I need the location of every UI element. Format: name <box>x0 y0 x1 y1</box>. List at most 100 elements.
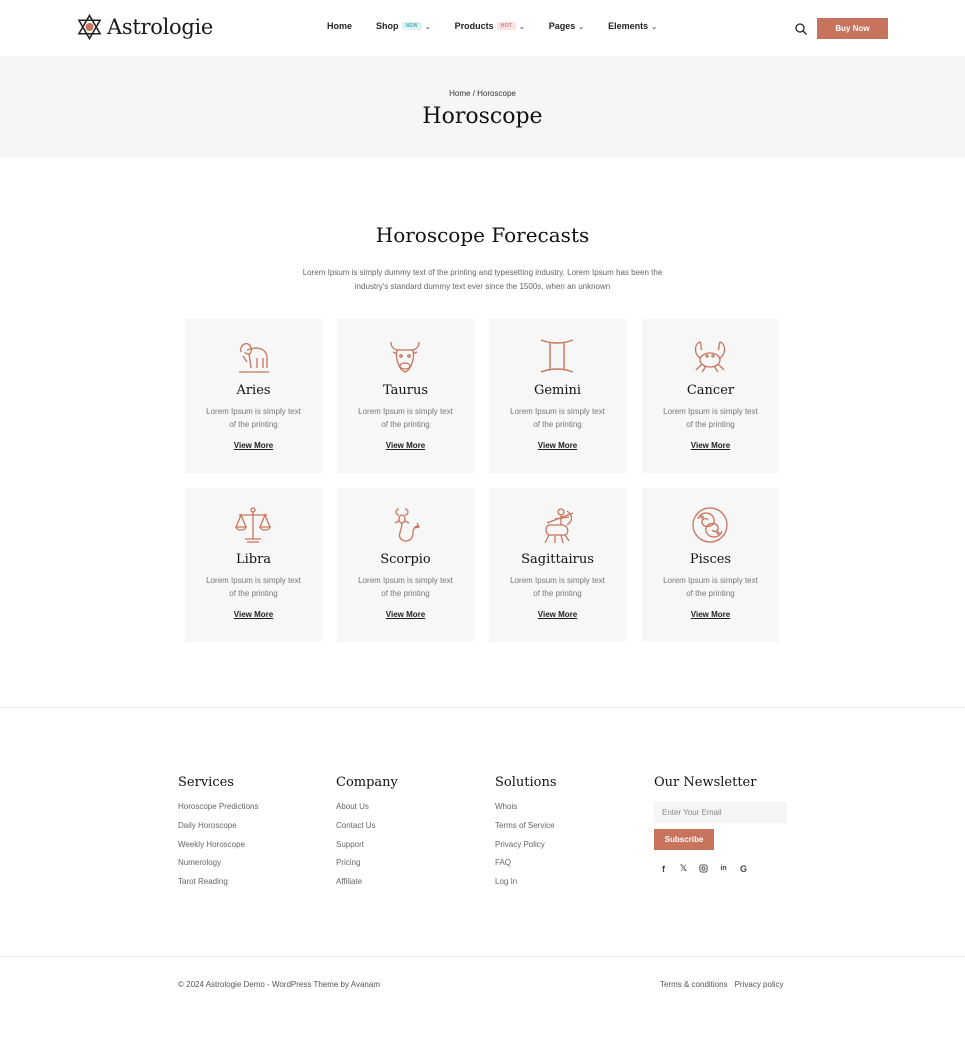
footer-heading: Our Newsletter <box>654 775 757 790</box>
sign-name: Scorpio <box>380 552 431 567</box>
buy-now-button[interactable]: Buy Now <box>817 18 888 39</box>
breadcrumb[interactable]: Home / Horoscope <box>0 89 965 98</box>
sign-description: Lorem Ipsum is simply text of the printi… <box>663 407 758 429</box>
footer-link[interactable]: Log In <box>495 877 557 896</box>
footer-divider <box>0 707 965 708</box>
view-more-link[interactable]: View More <box>489 610 626 619</box>
nav-item-label: Pages <box>548 21 576 31</box>
linkedin-icon[interactable]: in <box>718 863 729 874</box>
nav-item-shop[interactable]: Shop NEW ⌄ <box>376 21 431 31</box>
sign-name: Sagittairus <box>521 552 594 567</box>
section-description: Lorem Ipsum is simply dummy text of the … <box>302 268 663 291</box>
footer-link[interactable]: Support <box>336 840 398 859</box>
page-title: Horoscope <box>422 104 543 129</box>
footer-company: Company About Us Contact Us Support Pric… <box>336 775 398 896</box>
pisces-icon <box>692 507 728 543</box>
sign-description: Lorem Ipsum is simply text of the printi… <box>510 576 605 598</box>
gemini-icon <box>540 339 574 373</box>
view-more-link[interactable]: View More <box>185 441 322 450</box>
sign-description: Lorem Ipsum is simply text of the printi… <box>358 576 453 598</box>
nav-item-label: Elements <box>608 21 649 31</box>
view-more-link[interactable]: View More <box>185 610 322 619</box>
footer-link[interactable]: Tarot Reading <box>178 877 258 896</box>
sign-description: Lorem Ipsum is simply text of the printi… <box>510 407 605 429</box>
footer-link[interactable]: Whois <box>495 802 557 821</box>
terms-link[interactable]: Terms & conditions <box>660 980 728 989</box>
chevron-down-icon: ⌄ <box>651 24 658 31</box>
cancer-icon <box>694 341 726 373</box>
footer-heading: Services <box>178 775 234 790</box>
nav-item-home[interactable]: Home <box>327 21 352 31</box>
sign-description: Lorem Ipsum is simply text of the printi… <box>206 407 301 429</box>
site-logo-text: Astrologie <box>107 15 214 39</box>
bottom-divider <box>0 956 965 957</box>
footer-link[interactable]: FAQ <box>495 858 557 877</box>
view-more-link[interactable]: View More <box>642 610 779 619</box>
sign-card-cancer: Cancer Lorem Ipsum is simply text of the… <box>642 319 779 473</box>
sign-description: Lorem Ipsum is simply text of the printi… <box>206 576 301 598</box>
nav-item-label: Shop <box>376 21 399 31</box>
nav-item-label: Products <box>454 21 494 31</box>
view-more-link[interactable]: View More <box>642 441 779 450</box>
nav-item-label: Home <box>327 21 353 31</box>
footer-link[interactable]: About Us <box>336 802 398 821</box>
footer-link[interactable]: Numerology <box>178 858 258 877</box>
nav-item-elements[interactable]: Elements ⌄ <box>608 21 657 31</box>
sign-name: Libra <box>235 552 272 567</box>
sign-card-taurus: Taurus Lorem Ipsum is simply text of the… <box>337 319 474 473</box>
nav-item-pages[interactable]: Pages ⌄ <box>549 21 584 31</box>
bottom-links: Terms & conditions Privacy policy <box>660 980 784 989</box>
footer-heading: Solutions <box>495 775 557 790</box>
site-logo[interactable]: Astrologie <box>76 13 213 41</box>
footer-solutions: Solutions Whois Terms of Service Privacy… <box>495 775 557 896</box>
privacy-link[interactable]: Privacy policy <box>735 980 784 989</box>
search-icon <box>795 23 807 35</box>
view-more-link[interactable]: View More <box>337 610 474 619</box>
sign-name: Gemini <box>533 383 582 398</box>
footer-heading: Company <box>336 775 398 790</box>
sign-name: Aries <box>236 383 271 398</box>
x-icon[interactable]: 𝕏 <box>678 863 689 874</box>
facebook-icon[interactable]: f <box>658 863 669 874</box>
site-header: Astrologie Home Shop NEW ⌄ Products HOT … <box>0 0 965 56</box>
chevron-down-icon: ⌄ <box>578 24 585 31</box>
nav-item-products[interactable]: Products HOT ⌄ <box>455 21 525 31</box>
footer-link[interactable]: Terms of Service <box>495 821 557 840</box>
footer-link[interactable]: Weekly Horoscope <box>178 840 258 859</box>
footer-link[interactable]: Affiliate <box>336 877 398 896</box>
star-of-david-icon <box>77 13 102 41</box>
footer-link[interactable]: Horoscope Predictions <box>178 802 258 821</box>
search-button[interactable] <box>794 22 808 36</box>
footer-link[interactable]: Daily Horoscope <box>178 821 258 840</box>
view-more-link[interactable]: View More <box>337 441 474 450</box>
sign-description: Lorem Ipsum is simply text of the printi… <box>358 407 453 429</box>
subscribe-button[interactable]: Subscribe <box>654 829 714 850</box>
sign-card-aries: Aries Lorem Ipsum is simply text of the … <box>185 319 322 473</box>
chevron-down-icon: ⌄ <box>518 24 525 31</box>
footer-link[interactable]: Contact Us <box>336 821 398 840</box>
page-title-band: Home / Horoscope Horoscope <box>0 56 965 158</box>
libra-icon <box>235 507 271 543</box>
main-nav: Home Shop NEW ⌄ Products HOT ⌄ Pages ⌄ E… <box>327 21 681 31</box>
view-more-link[interactable]: View More <box>489 441 626 450</box>
social-links: f 𝕏 in G <box>658 863 749 874</box>
footer-link[interactable]: Pricing <box>336 858 398 877</box>
footer-link[interactable]: Privacy Policy <box>495 840 557 859</box>
sign-card-libra: Libra Lorem Ipsum is simply text of the … <box>185 488 322 642</box>
sign-card-pisces: Pisces Lorem Ipsum is simply text of the… <box>642 488 779 642</box>
sign-card-gemini: Gemini Lorem Ipsum is simply text of the… <box>489 319 626 473</box>
newsletter-email-input[interactable] <box>654 802 787 823</box>
instagram-icon[interactable] <box>698 863 709 874</box>
chevron-down-icon: ⌄ <box>424 24 431 31</box>
sagittarius-icon <box>544 508 574 544</box>
sign-description: Lorem Ipsum is simply text of the printi… <box>663 576 758 598</box>
scorpio-icon <box>394 508 420 542</box>
section-title: Horoscope Forecasts <box>375 223 590 247</box>
hot-badge: HOT <box>496 22 516 30</box>
footer-newsletter: Our Newsletter <box>654 775 756 802</box>
aries-icon <box>239 343 269 373</box>
new-badge: NEW <box>401 22 422 30</box>
sign-card-scorpio: Scorpio Lorem Ipsum is simply text of th… <box>337 488 474 642</box>
google-icon[interactable]: G <box>738 863 749 874</box>
sign-card-sagittarius: Sagittairus Lorem Ipsum is simply text o… <box>489 488 626 642</box>
